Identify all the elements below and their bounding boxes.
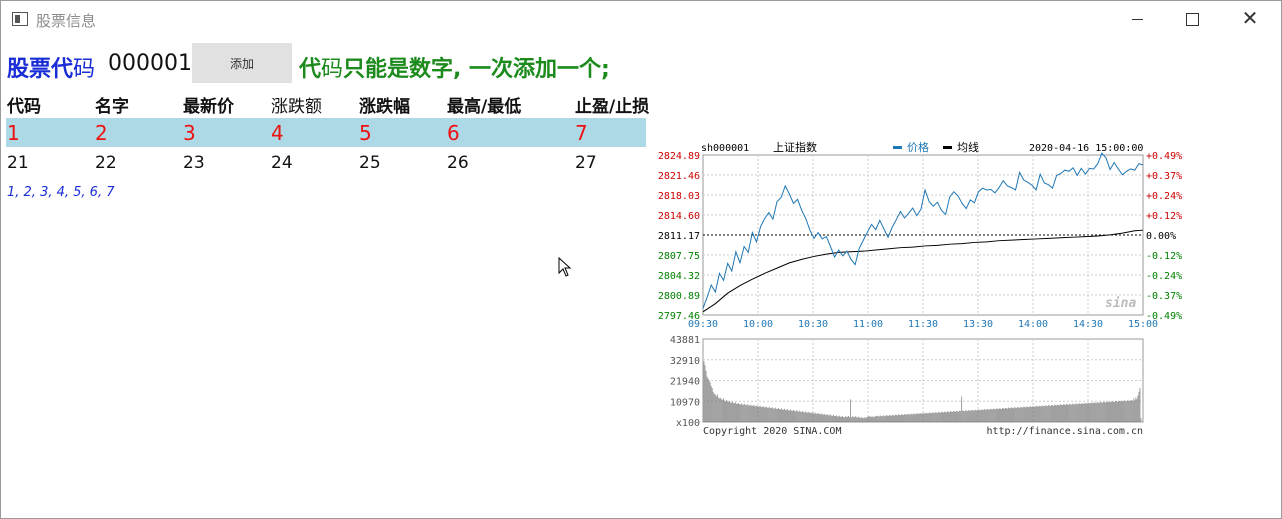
x-tick-label: 14:30 bbox=[1073, 319, 1103, 330]
table-cell[interactable]: 25 bbox=[359, 153, 381, 173]
header-name: 名字 bbox=[95, 97, 129, 117]
x-tick-label: 15:00 bbox=[1128, 319, 1158, 330]
volume-tick-label: x100 bbox=[676, 418, 700, 429]
window-icon bbox=[12, 12, 28, 26]
y-left-tick-label: 2821.46 bbox=[658, 171, 700, 182]
volume-tick-label: 32910 bbox=[670, 356, 700, 367]
header-high-low: 最高/最低 bbox=[447, 97, 522, 117]
header-change-pct: 涨跌幅 bbox=[359, 97, 410, 117]
hint-part-1: 代 bbox=[299, 57, 322, 82]
x-tick-label: 10:30 bbox=[798, 319, 828, 330]
x-tick-label: 11:00 bbox=[853, 319, 883, 330]
sina-watermark: sina bbox=[1105, 296, 1136, 311]
y-left-tick-label: 2818.03 bbox=[658, 191, 700, 202]
y-left-tick-label: 2811.17 bbox=[658, 231, 700, 242]
table-cell[interactable]: 24 bbox=[271, 153, 293, 173]
hint-part-3: 只能是数字, 一次添加一个; bbox=[343, 57, 610, 82]
x-tick-label: 13:30 bbox=[963, 319, 993, 330]
header-tp-sl: 止盈/止损 bbox=[575, 97, 650, 117]
x-tick-label: 11:30 bbox=[908, 319, 938, 330]
source-url-text: http://finance.sina.com.cn bbox=[986, 426, 1143, 437]
y-right-tick-label: +0.24% bbox=[1146, 191, 1182, 202]
table-cell[interactable]: 22 bbox=[95, 153, 117, 173]
volume-tick-label: 10970 bbox=[670, 397, 700, 408]
x-tick-label: 10:00 bbox=[743, 319, 773, 330]
table-cell[interactable]: 3 bbox=[183, 121, 196, 145]
stock-code-label: 股票代码 bbox=[7, 51, 95, 83]
legend-price: 价格 bbox=[907, 140, 929, 154]
list-text: 1, 2, 3, 4, 5, 6, 7 bbox=[7, 185, 115, 200]
intraday-chart: sh000001 上证指数 价格 均线 2020-04-16 15:00:00 2824.… bbox=[649, 137, 1189, 437]
y-left-tick-label: 2800.89 bbox=[658, 291, 700, 302]
y-right-tick-label: -0.37% bbox=[1146, 291, 1182, 302]
volume-tick-label: 43881 bbox=[670, 335, 700, 346]
table-cell[interactable]: 1 bbox=[7, 121, 20, 145]
window-title: 股票信息 bbox=[36, 12, 97, 30]
y-right-tick-label: +0.37% bbox=[1146, 171, 1182, 182]
mouse-cursor-icon bbox=[558, 257, 572, 277]
app-window: 股票信息 ✕ 股票代码 000001 添加 代码只能是数字, 一次添加一个; 代… bbox=[0, 0, 1282, 519]
legend-price-swatch bbox=[893, 146, 902, 149]
x-tick-label: 14:00 bbox=[1018, 319, 1048, 330]
table-cell[interactable]: 4 bbox=[271, 121, 284, 145]
intraday-chart-svg: sh000001 上证指数 价格 均线 2020-04-16 15:00:00 2824.… bbox=[658, 140, 1182, 437]
table-cell[interactable]: 26 bbox=[447, 153, 469, 173]
minimize-icon[interactable] bbox=[1115, 5, 1161, 33]
maximize-icon[interactable] bbox=[1169, 5, 1215, 33]
legend-avg: 均线 bbox=[957, 140, 979, 154]
table-cell[interactable]: 2 bbox=[95, 121, 108, 145]
y-right-tick-label: -0.24% bbox=[1146, 271, 1182, 282]
chart-symbol: sh000001 bbox=[701, 143, 749, 154]
header-code: 代码 bbox=[7, 97, 41, 117]
close-icon[interactable]: ✕ bbox=[1227, 5, 1273, 33]
y-right-tick-label: +0.12% bbox=[1146, 211, 1182, 222]
table-cell[interactable]: 27 bbox=[575, 153, 597, 173]
title-bar[interactable]: 股票信息 ✕ bbox=[1, 1, 1281, 37]
table-cell[interactable]: 6 bbox=[447, 121, 460, 145]
chart-name: 上证指数 bbox=[773, 140, 817, 154]
legend-avg-swatch bbox=[943, 146, 952, 149]
y-left-tick-label: 2824.89 bbox=[658, 151, 700, 162]
hint-part-2: 码 bbox=[321, 57, 344, 82]
y-left-tick-label: 2814.60 bbox=[658, 211, 700, 222]
volume-tick-label: 21940 bbox=[670, 377, 700, 388]
table-cell[interactable]: 5 bbox=[359, 121, 372, 145]
y-left-tick-label: 2804.32 bbox=[658, 271, 700, 282]
stock-code-label-normal: 码 bbox=[73, 57, 96, 82]
table-cell[interactable]: 23 bbox=[183, 153, 205, 173]
stock-code-input[interactable]: 000001 bbox=[108, 51, 192, 76]
stock-code-label-bold: 股票代 bbox=[7, 57, 74, 82]
hint-text: 代码只能是数字, 一次添加一个; bbox=[299, 51, 610, 83]
chart-datetime: 2020-04-16 15:00:00 bbox=[1029, 143, 1143, 154]
y-right-tick-label: -0.12% bbox=[1146, 251, 1182, 262]
add-button[interactable]: 添加 bbox=[192, 43, 292, 83]
copyright-text: Copyright 2020 SINA.COM bbox=[703, 426, 841, 437]
y-right-tick-label: 0.00% bbox=[1146, 231, 1176, 242]
table-cell[interactable]: 7 bbox=[575, 121, 588, 145]
x-tick-label: 09:30 bbox=[688, 319, 718, 330]
table-cell[interactable]: 21 bbox=[7, 153, 29, 173]
header-change: 涨跌额 bbox=[271, 97, 322, 117]
header-price: 最新价 bbox=[183, 97, 234, 117]
y-left-tick-label: 2807.75 bbox=[658, 251, 700, 262]
y-right-tick-label: +0.49% bbox=[1146, 151, 1182, 162]
